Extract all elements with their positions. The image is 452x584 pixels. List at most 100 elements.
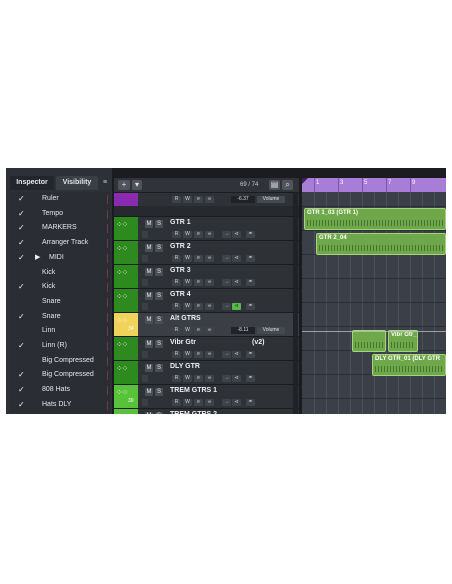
mute-button[interactable]: M <box>145 340 153 348</box>
disclosure-triangle-icon[interactable]: ▶ <box>35 251 40 266</box>
left-locator-icon[interactable] <box>302 178 308 184</box>
arrow-icon[interactable]: → <box>222 231 231 238</box>
monitor-icon[interactable]: ⊲ <box>232 399 241 406</box>
checkmark-icon[interactable]: ✓ <box>18 310 25 325</box>
write-button[interactable]: W <box>183 231 192 238</box>
visibility-item[interactable]: ✓ Arranger Track <box>10 236 110 251</box>
visibility-item[interactable]: Big Compressed <box>10 354 110 369</box>
read-button[interactable]: R <box>172 231 181 238</box>
record-enable-button[interactable] <box>142 231 148 238</box>
edit-button[interactable]: e <box>194 351 203 358</box>
monitor-icon[interactable]: ⊲ <box>232 351 241 358</box>
mute-button[interactable]: M <box>145 244 153 252</box>
mute-button[interactable]: M <box>145 316 153 324</box>
record-enable-button[interactable] <box>142 351 148 358</box>
edit-button[interactable]: e <box>194 255 203 262</box>
solo-button[interactable]: S <box>155 388 163 396</box>
checkmark-icon[interactable]: ✓ <box>18 368 25 383</box>
read-button[interactable]: R <box>172 196 181 203</box>
settings-icon[interactable]: ≐ <box>246 303 255 310</box>
volume-label[interactable]: Volume <box>257 196 285 203</box>
track-row[interactable]: ⁘⁘ M S Vibr Gtr (v2) R We ∞ → ⊲ ≐ <box>114 336 299 360</box>
solo-button[interactable]: S <box>155 244 163 252</box>
solo-button[interactable]: S <box>155 292 163 300</box>
tab-visibility[interactable]: Visibility <box>56 176 98 190</box>
edit-button[interactable]: e <box>194 399 203 406</box>
visibility-item[interactable]: ✓ ▶ MIDI <box>10 251 110 266</box>
mute-button[interactable]: M <box>145 412 153 414</box>
checkmark-icon[interactable]: ✓ <box>18 236 25 251</box>
checkmark-icon[interactable]: ✓ <box>18 398 25 413</box>
record-enable-button[interactable] <box>142 279 148 286</box>
checkmark-icon[interactable]: ✓ <box>18 339 25 354</box>
record-enable-button[interactable] <box>142 255 148 262</box>
read-button[interactable]: R <box>172 303 181 310</box>
visibility-item[interactable]: ✓ Linn (R) <box>10 339 110 354</box>
menu-icon[interactable]: ≡ <box>100 176 110 190</box>
record-enable-button[interactable] <box>142 375 148 382</box>
visibility-item[interactable]: Linn <box>10 324 110 339</box>
chevron-down-icon[interactable]: ▾ <box>132 180 142 190</box>
edit-button[interactable]: e <box>194 279 203 286</box>
audio-event[interactable]: GTR 1_03 (GTR 1) <box>304 208 446 230</box>
audio-event[interactable]: DLY GTR_01 (DLY GTR <box>372 354 446 376</box>
settings-icon[interactable]: ≐ <box>246 399 255 406</box>
track-row[interactable]: ⁘⁘ M S GTR 3 R We ∞ → ⊲ ≐ <box>114 264 299 288</box>
track-row[interactable]: ⁘⁘ M S GTR 2 R We ∞ → ⊲ ≐ <box>114 240 299 264</box>
write-button[interactable]: W <box>183 196 192 203</box>
track-row[interactable]: ⁘⁘40MSTREM GTRS 2RWe∞→⊲≐ <box>114 408 299 414</box>
edit-button[interactable]: e <box>194 303 203 310</box>
link-icon[interactable]: ∞ <box>205 351 214 358</box>
volume-label[interactable]: Volume <box>257 327 285 334</box>
visibility-item[interactable]: ✓ Ruler <box>10 192 110 207</box>
checkmark-icon[interactable]: ✓ <box>18 192 25 207</box>
read-button[interactable]: R <box>172 351 181 358</box>
solo-button[interactable]: S <box>155 412 163 414</box>
checkmark-icon[interactable]: ✓ <box>18 207 25 222</box>
arrow-icon[interactable]: → <box>222 351 231 358</box>
edit-button[interactable]: e <box>194 196 203 203</box>
settings-icon[interactable]: ≐ <box>246 375 255 382</box>
volume-value[interactable]: -6.37 <box>231 196 255 203</box>
write-button[interactable]: W <box>183 279 192 286</box>
solo-button[interactable]: S <box>155 340 163 348</box>
track-row[interactable]: ⁘⁘ M S DLY GTR R We ∞ → ⊲ ≐ <box>114 360 299 384</box>
visibility-item[interactable]: Kick <box>10 266 110 281</box>
solo-button[interactable]: S <box>155 316 163 324</box>
link-icon[interactable]: ∞ <box>205 303 214 310</box>
edit-button[interactable]: e <box>194 231 203 238</box>
audio-event[interactable]: Vibr Gtr_ <box>388 330 418 352</box>
checkmark-icon[interactable]: ✓ <box>18 280 25 295</box>
link-icon[interactable]: ∞ <box>205 196 214 203</box>
mute-button[interactable]: M <box>145 388 153 396</box>
audio-event[interactable] <box>352 330 386 352</box>
monitor-icon[interactable]: ⊲ <box>232 231 241 238</box>
write-button[interactable]: W <box>183 255 192 262</box>
arrow-icon[interactable]: → <box>222 279 231 286</box>
settings-icon[interactable]: ≐ <box>246 255 255 262</box>
read-button[interactable]: R <box>172 327 181 334</box>
solo-button[interactable]: S <box>155 268 163 276</box>
solo-button[interactable]: S <box>155 220 163 228</box>
settings-icon[interactable]: ≐ <box>246 351 255 358</box>
view-icon[interactable]: ▤ <box>269 180 280 190</box>
track-row[interactable]: ⁘⁘ M S GTR 4 R We ∞ → ⊲ ≐ <box>114 288 299 312</box>
arrow-icon[interactable]: → <box>222 255 231 262</box>
checkmark-icon[interactable]: ✓ <box>18 251 25 266</box>
link-icon[interactable]: ∞ <box>205 231 214 238</box>
tab-inspector[interactable]: Inspector <box>10 176 54 190</box>
monitor-icon[interactable]: ⊲ <box>232 255 241 262</box>
track-row[interactable]: R We ∞ -6.37 Volume <box>114 192 299 206</box>
visibility-item[interactable]: ✓ 808 Hats <box>10 383 110 398</box>
edit-button[interactable]: e <box>194 375 203 382</box>
volume-value[interactable]: -8.11 <box>231 327 255 334</box>
write-button[interactable]: W <box>183 375 192 382</box>
arrow-icon[interactable]: → <box>222 303 231 310</box>
monitor-icon[interactable]: ⊲ <box>232 375 241 382</box>
link-icon[interactable]: ∞ <box>205 279 214 286</box>
link-icon[interactable]: ∞ <box>205 375 214 382</box>
link-icon[interactable]: ∞ <box>205 255 214 262</box>
visibility-item[interactable]: Snare <box>10 295 110 310</box>
visibility-item[interactable]: ✓ Hats DLY <box>10 398 110 413</box>
checkmark-icon[interactable]: ✓ <box>18 383 25 398</box>
